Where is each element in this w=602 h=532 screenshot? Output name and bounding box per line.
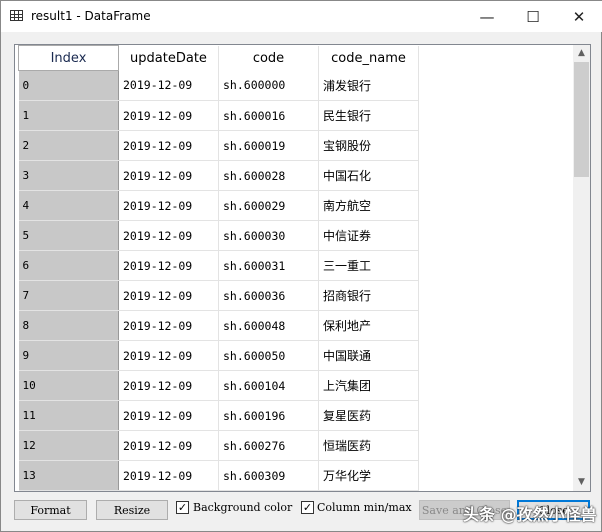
table-cell[interactable]: 中信证券	[318, 220, 419, 251]
table-cell[interactable]: 民生银行	[318, 100, 419, 131]
table-cell[interactable]: 3	[18, 160, 119, 191]
table-cell[interactable]: 2019-12-09	[118, 430, 219, 461]
title-bar: result1 - DataFrame — ☐ ✕	[1, 1, 602, 32]
scroll-up-icon[interactable]: ▲	[573, 45, 590, 62]
table-row[interactable]: 11 2019-12-09 sh.600196 复星医药	[18, 400, 419, 431]
table-cell[interactable]: sh.600000	[218, 70, 319, 101]
column-header[interactable]: code	[218, 45, 319, 71]
table-cell[interactable]: sh.600050	[218, 340, 319, 371]
table-cell[interactable]: 10	[18, 370, 119, 401]
table-icon	[10, 10, 23, 21]
resize-button[interactable]: Resize	[96, 500, 168, 520]
table-row[interactable]: 6 2019-12-09 sh.600031 三一重工	[18, 250, 419, 281]
table-cell[interactable]: 0	[18, 70, 119, 101]
table-cell[interactable]: 上汽集团	[318, 370, 419, 401]
table-cell[interactable]: sh.600036	[218, 280, 319, 311]
table-cell[interactable]: sh.600276	[218, 430, 319, 461]
table-cell[interactable]: 恒瑞医药	[318, 430, 419, 461]
table-cell[interactable]: 2019-12-09	[118, 70, 219, 101]
maximize-button[interactable]: ☐	[510, 1, 556, 32]
table-cell[interactable]: sh.600028	[218, 160, 319, 191]
column-minmax-checkbox[interactable]: ✓	[301, 501, 314, 514]
scrollbar-thumb[interactable]	[574, 62, 589, 177]
table-cell[interactable]: 2019-12-09	[118, 160, 219, 191]
background-color-label: Background color	[193, 501, 293, 514]
table-cell[interactable]: 4	[18, 190, 119, 221]
column-minmax-label: Column min/max	[317, 501, 412, 514]
table-cell[interactable]: 2019-12-09	[118, 370, 219, 401]
table-cell[interactable]: 浦发银行	[318, 70, 419, 101]
dataframe-table[interactable]: Index updateDate code code_name 0 2019-12-09…	[14, 44, 591, 492]
background-color-checkbox[interactable]: ✓	[176, 501, 189, 514]
column-header[interactable]: updateDate	[118, 45, 219, 71]
table-cell[interactable]: sh.600104	[218, 370, 319, 401]
table-row[interactable]: 10 2019-12-09 sh.600104 上汽集团	[18, 370, 419, 401]
table-cell[interactable]: 宝钢股份	[318, 130, 419, 161]
table-row[interactable]: 3 2019-12-09 sh.600028 中国石化	[18, 160, 419, 191]
table-row[interactable]: 1 2019-12-09 sh.600016 民生银行	[18, 100, 419, 131]
table-cell[interactable]: 2019-12-09	[118, 280, 219, 311]
table-cell[interactable]: sh.600030	[218, 220, 319, 251]
table-cell[interactable]: 2019-12-09	[118, 130, 219, 161]
table-row[interactable]: 13 2019-12-09 sh.600309 万华化学	[18, 460, 419, 491]
table-cell[interactable]: 7	[18, 280, 119, 311]
table-row[interactable]: 0 2019-12-09 sh.600000 浦发银行	[18, 70, 419, 101]
table-cell[interactable]: 12	[18, 430, 119, 461]
table-cell[interactable]: 南方航空	[318, 190, 419, 221]
table-cell[interactable]: 5	[18, 220, 119, 251]
table-cell[interactable]: 2019-12-09	[118, 400, 219, 431]
table-cell[interactable]: 8	[18, 310, 119, 341]
table-row[interactable]: 12 2019-12-09 sh.600276 恒瑞医药	[18, 430, 419, 461]
table-cell[interactable]: 2019-12-09	[118, 220, 219, 251]
column-header[interactable]: code_name	[318, 45, 419, 71]
table-cell[interactable]: 2	[18, 130, 119, 161]
table-cell[interactable]: 11	[18, 400, 119, 431]
table-cell[interactable]: sh.600031	[218, 250, 319, 281]
table-cell[interactable]: 万华化学	[318, 460, 419, 491]
table-cell[interactable]: 2019-12-09	[118, 310, 219, 341]
table-cell[interactable]: 保利地产	[318, 310, 419, 341]
table-cell[interactable]: 2019-12-09	[118, 340, 219, 371]
table-row[interactable]: 2 2019-12-09 sh.600019 宝钢股份	[18, 130, 419, 161]
table-cell[interactable]: 2019-12-09	[118, 460, 219, 491]
table-cell[interactable]: 2019-12-09	[118, 190, 219, 221]
table-cell[interactable]: 2019-12-09	[118, 250, 219, 281]
window-title: result1 - DataFrame	[31, 9, 151, 23]
table-cell[interactable]: 1	[18, 100, 119, 131]
scroll-down-icon[interactable]: ▼	[573, 474, 590, 491]
table-cell[interactable]: 招商银行	[318, 280, 419, 311]
table-row[interactable]: 4 2019-12-09 sh.600029 南方航空	[18, 190, 419, 221]
table-cell[interactable]: sh.600029	[218, 190, 319, 221]
table-cell[interactable]: sh.600309	[218, 460, 319, 491]
column-header[interactable]: Index	[18, 45, 119, 71]
watermark: 头条 @孜然小怪兽	[463, 505, 597, 524]
table-row[interactable]: 5 2019-12-09 sh.600030 中信证券	[18, 220, 419, 251]
close-window-button[interactable]: ✕	[556, 1, 602, 32]
table-cell[interactable]: 13	[18, 460, 119, 491]
header-row: Index updateDate code code_name	[18, 45, 419, 71]
table-cell[interactable]: sh.600196	[218, 400, 319, 431]
table-cell[interactable]: sh.600016	[218, 100, 319, 131]
table-cell[interactable]: 中国石化	[318, 160, 419, 191]
table-row[interactable]: 7 2019-12-09 sh.600036 招商银行	[18, 280, 419, 311]
table-cell[interactable]: sh.600019	[218, 130, 319, 161]
table-row[interactable]: 9 2019-12-09 sh.600050 中国联通	[18, 340, 419, 371]
table-cell[interactable]: 中国联通	[318, 340, 419, 371]
format-button[interactable]: Format	[14, 500, 87, 520]
vertical-scrollbar[interactable]: ▲ ▼	[573, 45, 590, 491]
table-cell[interactable]: 9	[18, 340, 119, 371]
table-cell[interactable]: 复星医药	[318, 400, 419, 431]
table-cell[interactable]: 三一重工	[318, 250, 419, 281]
table-cell[interactable]: 6	[18, 250, 119, 281]
table-cell[interactable]: 2019-12-09	[118, 100, 219, 131]
minimize-button[interactable]: —	[464, 1, 510, 32]
table-row[interactable]: 8 2019-12-09 sh.600048 保利地产	[18, 310, 419, 341]
table-cell[interactable]: sh.600048	[218, 310, 319, 341]
